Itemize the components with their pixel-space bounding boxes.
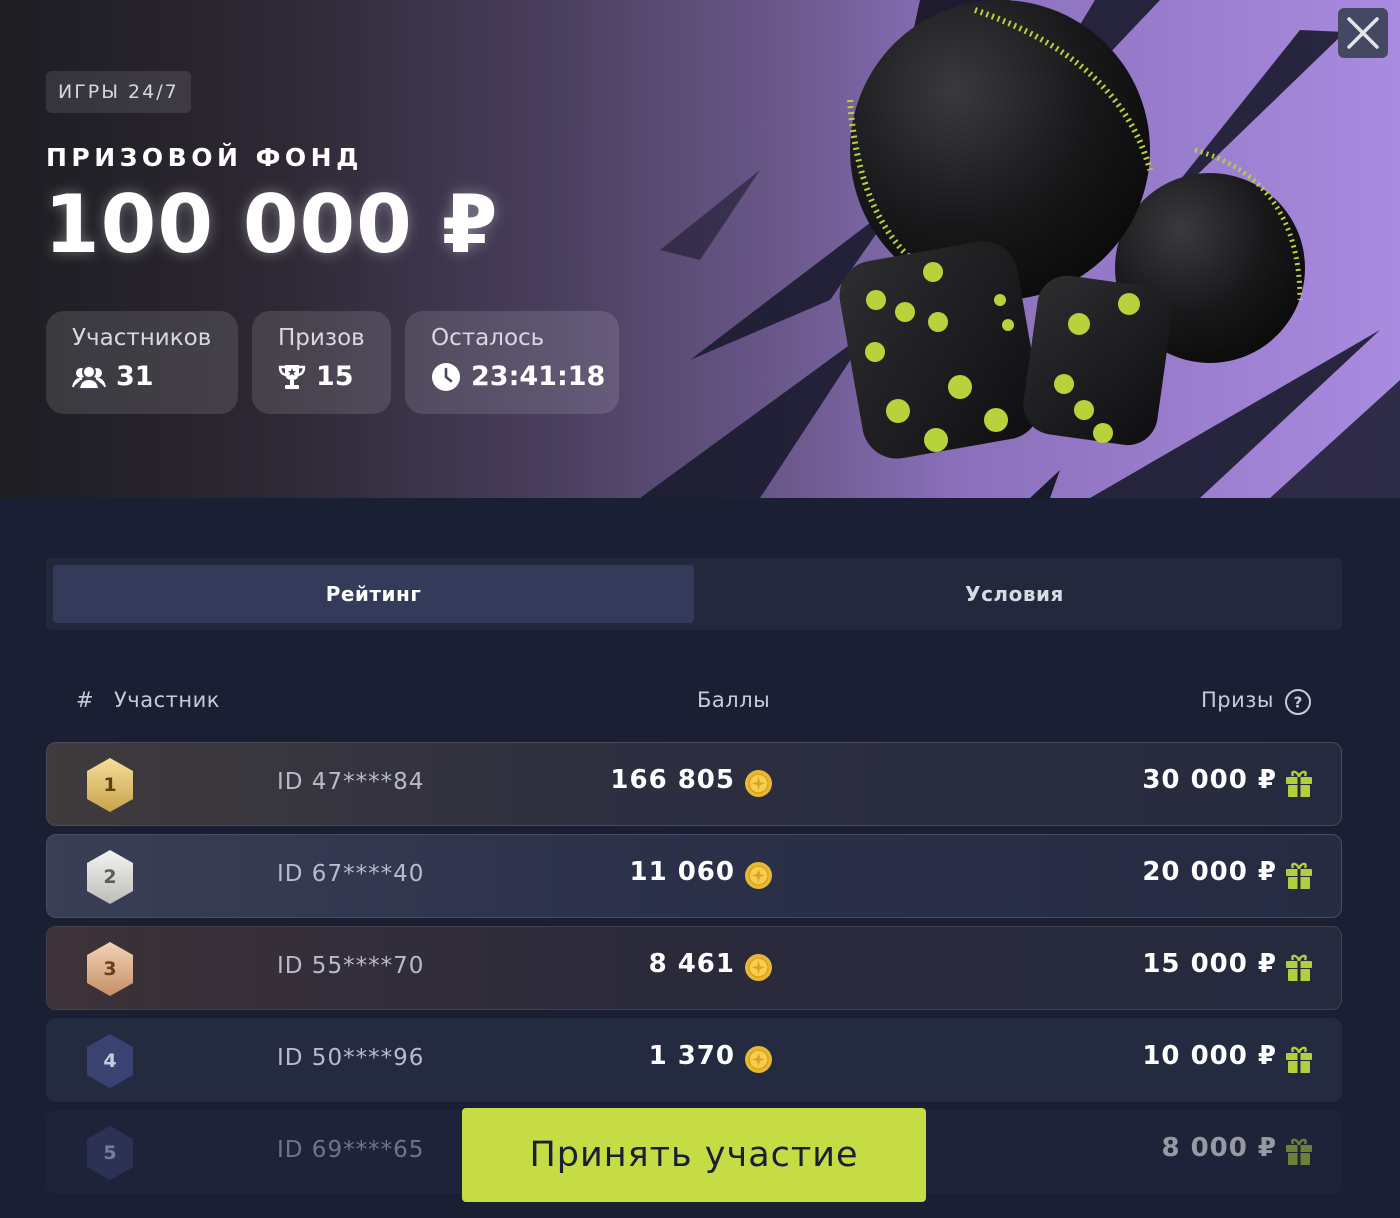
- stat-prizes-label: Призов: [278, 325, 365, 351]
- prize-fund-label: ПРИЗОВОЙ ФОНД: [46, 143, 363, 172]
- stat-prizes: Призов 15: [252, 311, 391, 414]
- header-rank: #: [76, 688, 94, 712]
- stat-time-left-label: Осталось: [431, 325, 545, 351]
- coin-icon: [745, 862, 772, 889]
- prize-value: 20 000 ₽: [1142, 857, 1277, 887]
- rank-badge: 5: [85, 1125, 135, 1181]
- stat-prizes-value: 15: [316, 361, 354, 392]
- question-circle-icon[interactable]: ?: [1284, 688, 1312, 716]
- rank-number: 4: [103, 1050, 117, 1072]
- prize-value: 15 000 ₽: [1142, 949, 1277, 979]
- close-button[interactable]: [1338, 8, 1388, 58]
- rank-number: 2: [103, 866, 117, 888]
- svg-text:?: ?: [1294, 694, 1303, 712]
- stat-participants: Участников 31: [46, 311, 238, 414]
- join-button[interactable]: Принять участие: [462, 1108, 926, 1202]
- header-points: Баллы: [697, 688, 771, 712]
- leaderboard-row: 4 ID 50****96 1 370 10 000 ₽: [46, 1018, 1342, 1102]
- prize-value: 10 000 ₽: [1142, 1041, 1277, 1071]
- stat-participants-label: Участников: [72, 325, 212, 351]
- rank-badge: 2: [85, 849, 135, 905]
- stat-time-left-value: 23:41:18: [471, 361, 606, 392]
- rank-badge: 3: [85, 941, 135, 997]
- gift-icon: [1286, 954, 1312, 981]
- participant-id: ID 55****70: [277, 953, 425, 979]
- gift-icon: [1286, 1046, 1312, 1073]
- close-icon: [1347, 17, 1379, 49]
- rank-number: 5: [103, 1142, 117, 1164]
- leaderboard-header: # Участник Баллы Призы ?: [0, 688, 1400, 718]
- coin-icon: [745, 954, 772, 981]
- prize-fund-amount: 100 000 ₽: [44, 178, 499, 271]
- tab-rating[interactable]: Рейтинг: [53, 565, 694, 623]
- gift-icon: [1286, 1138, 1312, 1165]
- coin-icon: [745, 770, 772, 797]
- gift-icon: [1286, 862, 1312, 889]
- tab-conditions[interactable]: Условия: [694, 565, 1335, 623]
- stat-time-left: Осталось 23:41:18: [405, 311, 619, 414]
- prize-value: 8 000 ₽: [1161, 1133, 1277, 1163]
- points-value: 166 805: [610, 765, 735, 795]
- participant-id: ID 69****65: [277, 1137, 425, 1163]
- trophy-icon: [278, 364, 306, 389]
- hero-banner: ИГРЫ 24/7 ПРИЗОВОЙ ФОНД 100 000 ₽ Участн…: [0, 0, 1400, 498]
- header-participant: Участник: [114, 688, 220, 712]
- tab-bar: Рейтинг Условия: [46, 558, 1342, 630]
- rank-badge: 1: [85, 757, 135, 813]
- participant-id: ID 50****96: [277, 1045, 425, 1071]
- participant-id: ID 67****40: [277, 861, 425, 887]
- leaderboard-row: 1 ID 47****84 166 805 30 000 ₽: [46, 742, 1342, 826]
- points-value: 11 060: [629, 857, 735, 887]
- points-value: 1 370: [648, 1041, 735, 1071]
- leaderboard-row: 2 ID 67****40 11 060 20 000 ₽: [46, 834, 1342, 918]
- users-icon: [72, 364, 106, 389]
- participant-id: ID 47****84: [277, 769, 425, 795]
- gift-icon: [1286, 770, 1312, 797]
- header-prizes: Призы: [1200, 688, 1274, 712]
- leaderboard-row: 3 ID 55****70 8 461 15 000 ₽: [46, 926, 1342, 1010]
- clock-icon: [432, 362, 460, 391]
- rank-number: 1: [103, 774, 117, 796]
- rank-number: 3: [103, 958, 117, 980]
- coin-icon: [745, 1046, 772, 1073]
- points-value: 8 461: [648, 949, 735, 979]
- rank-badge: 4: [85, 1033, 135, 1089]
- prize-value: 30 000 ₽: [1142, 765, 1277, 795]
- stat-participants-value: 31: [116, 361, 154, 392]
- category-tag: ИГРЫ 24/7: [46, 71, 191, 113]
